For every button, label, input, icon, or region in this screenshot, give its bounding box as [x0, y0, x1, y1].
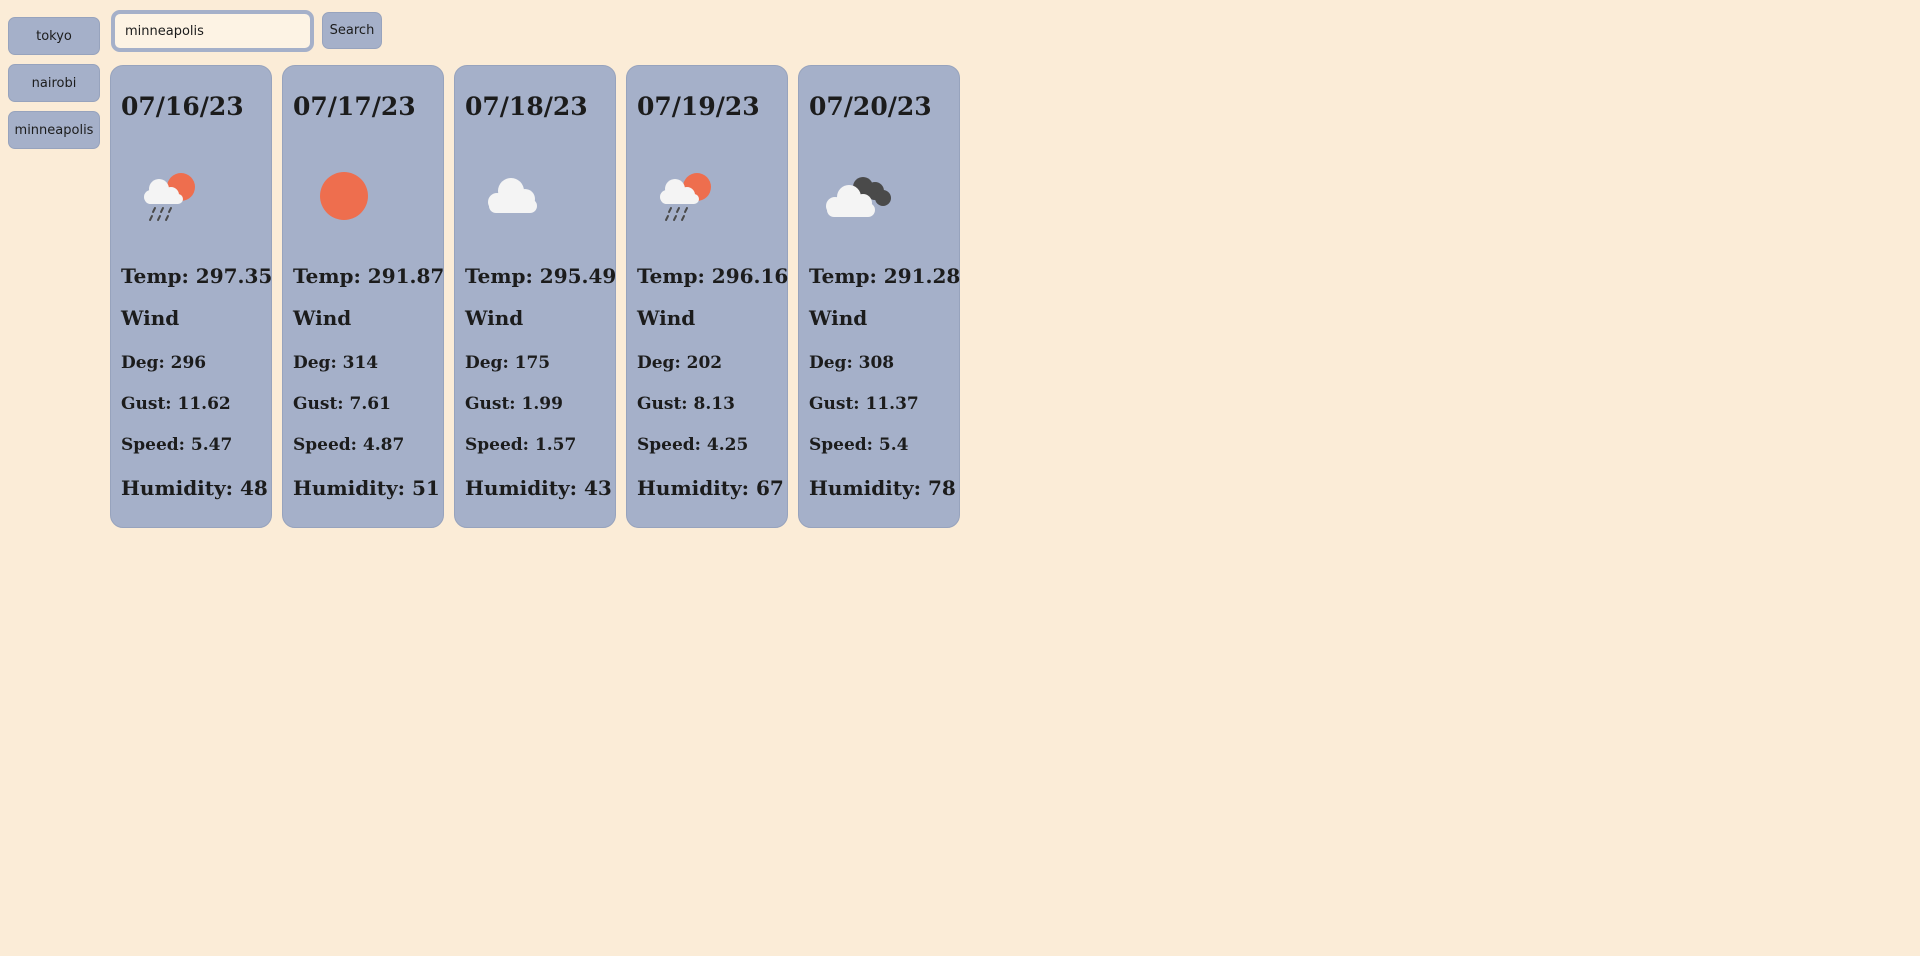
history-button-tokyo[interactable]: tokyo [8, 17, 100, 55]
forecast-wind-gust: Gust: 11.37 [809, 394, 919, 414]
forecast-wind-speed: Speed: 4.25 [637, 435, 749, 455]
forecast-temp: Temp: 296.16 [637, 264, 789, 288]
forecast-wind-heading: Wind [293, 306, 352, 330]
forecast-humidity: Humidity: 48 [121, 476, 268, 500]
forecast-wind-speed: Speed: 5.4 [809, 435, 909, 455]
forecast-wind-gust: Gust: 1.99 [465, 394, 563, 414]
forecast-wind-deg: Deg: 314 [293, 353, 379, 373]
forecast-humidity: Humidity: 51 [293, 476, 440, 500]
forecast-date: 07/18/23 [465, 92, 588, 121]
forecast-date: 07/17/23 [293, 92, 416, 121]
forecast-temp: Temp: 291.28 [809, 264, 961, 288]
search-button[interactable]: Search [322, 12, 382, 49]
forecast-wind-gust: Gust: 8.13 [637, 394, 735, 414]
forecast-wind-speed: Speed: 5.47 [121, 435, 233, 455]
forecast-temp: Temp: 291.87 [293, 264, 445, 288]
broken-clouds-icon [826, 177, 891, 217]
forecast-card: 07/17/23 Temp: 291.87 Wind Deg: 314 Gust… [282, 65, 444, 528]
rain-sun-icon [660, 173, 711, 221]
forecast-wind-gust: Gust: 7.61 [293, 394, 391, 414]
city-search-input[interactable] [111, 10, 314, 52]
forecast-card: 07/20/23 Temp: 291.28 Wind Deg: 308 Gust… [798, 65, 960, 528]
search-bar: Search [111, 10, 382, 52]
rain-sun-icon [144, 173, 195, 221]
forecast-card: 07/16/23 Temp: 297.35 Wind Deg: 296 Gust… [110, 65, 272, 528]
forecast-wind-heading: Wind [121, 306, 180, 330]
forecast-wind-heading: Wind [637, 306, 696, 330]
forecast-temp: Temp: 295.49 [465, 264, 617, 288]
forecast-card: 07/18/23 Temp: 295.49 Wind Deg: 175 Gust… [454, 65, 616, 528]
forecast-humidity: Humidity: 67 [637, 476, 784, 500]
cloud-icon [488, 178, 537, 213]
forecast-date: 07/19/23 [637, 92, 760, 121]
forecast-date: 07/20/23 [809, 92, 932, 121]
forecast-wind-heading: Wind [809, 306, 868, 330]
forecast-temp: Temp: 297.35 [121, 264, 273, 288]
forecast-wind-deg: Deg: 175 [465, 353, 551, 373]
forecast-humidity: Humidity: 78 [809, 476, 956, 500]
search-history: tokyo nairobi minneapolis [8, 17, 100, 158]
forecast-humidity: Humidity: 43 [465, 476, 612, 500]
sun-icon [320, 172, 368, 220]
forecast-date: 07/16/23 [121, 92, 244, 121]
history-button-minneapolis[interactable]: minneapolis [8, 111, 100, 149]
history-button-nairobi[interactable]: nairobi [8, 64, 100, 102]
forecast-wind-speed: Speed: 4.87 [293, 435, 405, 455]
forecast-wind-deg: Deg: 202 [637, 353, 723, 373]
forecast-wind-heading: Wind [465, 306, 524, 330]
forecast-wind-gust: Gust: 11.62 [121, 394, 231, 414]
forecast-wind-deg: Deg: 296 [121, 353, 207, 373]
forecast-card: 07/19/23 Temp: 296.16 Wind Deg: 202 Gust… [626, 65, 788, 528]
forecast-cards: 07/16/23 Temp: 297.35 Wind Deg: 296 Gust… [110, 65, 970, 528]
forecast-wind-deg: Deg: 308 [809, 353, 895, 373]
forecast-wind-speed: Speed: 1.57 [465, 435, 577, 455]
